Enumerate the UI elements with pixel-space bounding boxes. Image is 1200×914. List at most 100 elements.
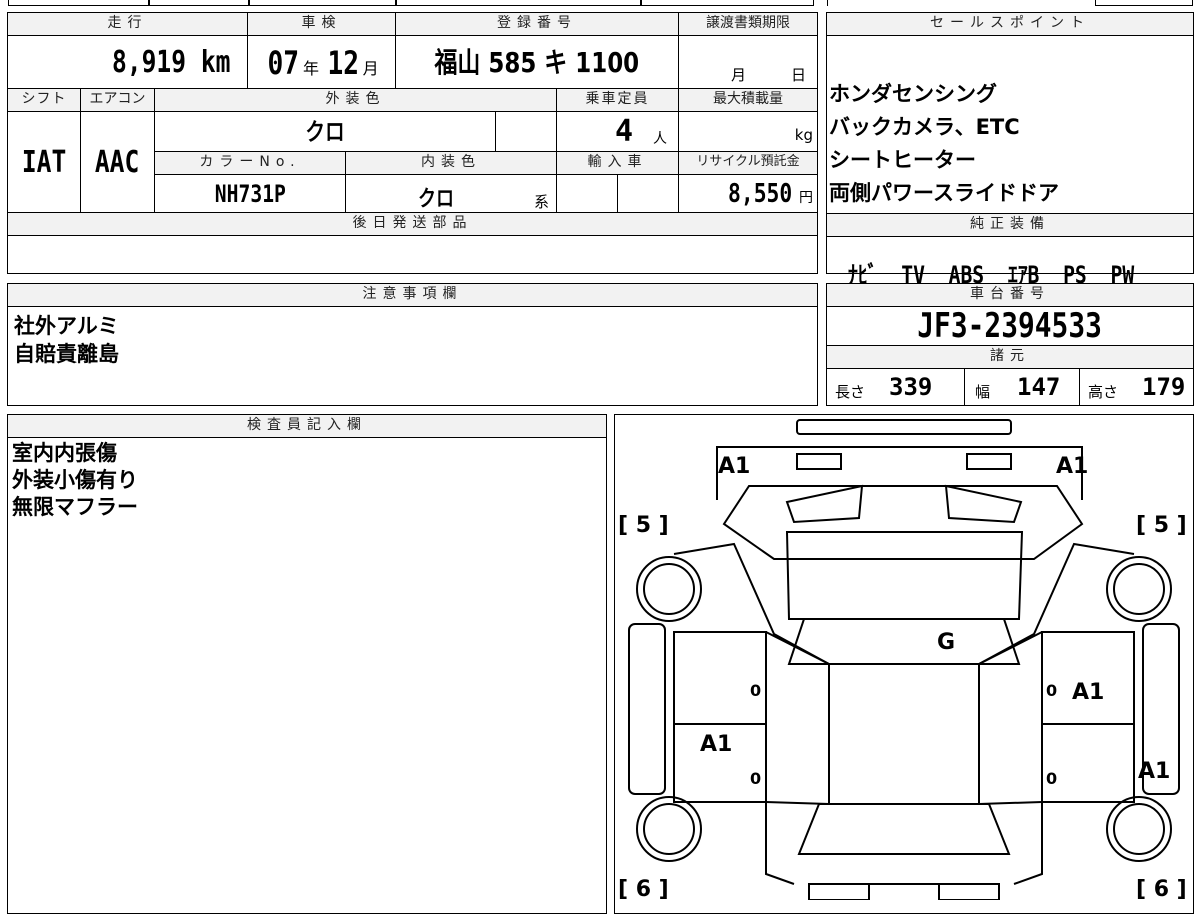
left-front-wheel-shape: [636, 556, 702, 622]
windshield-shape: [785, 531, 1024, 620]
aircon-cell: AAC: [80, 111, 155, 213]
label-bracket-6-left: [ 6 ]: [618, 877, 669, 900]
inspection-month: 12: [327, 44, 360, 82]
registration-header: 登録番号: [395, 12, 679, 36]
label-bracket-5-left: [ 5 ]: [618, 513, 669, 538]
specs-header: 諸元: [826, 345, 1194, 369]
rear-quarter-shape: [765, 802, 1043, 885]
spec-length-cell: 長さ 339: [826, 368, 965, 406]
shift-cell: IAT: [7, 111, 81, 213]
label-zero-2: 0: [1046, 681, 1057, 700]
capacity-unit: 人: [653, 131, 667, 147]
spec-length-label: 長さ: [835, 383, 866, 401]
color-no-cell: NH731P: [154, 174, 346, 213]
spec-width-cell: 幅 147: [964, 368, 1080, 406]
color-no-header: カラーNo.: [154, 151, 346, 175]
rear-glass-shape: [797, 803, 1011, 855]
car-diagram: A1 A1 [ 5 ] [ 5 ] G A1 A1 A1 [ 6 ] [ 6 ]…: [618, 419, 1187, 900]
standard-equipment-value: ﾅﾋﾞ TV ABS ｴｱB PS PW: [848, 261, 1135, 289]
chassis-cell: JF3-2394533: [826, 306, 1194, 346]
inspection-header: 車検: [247, 12, 396, 36]
inspection-year: 07: [267, 44, 300, 82]
roof-front-shape: [787, 618, 1021, 665]
front-body-outline: [722, 485, 1084, 560]
label-zero-4: 0: [1046, 769, 1057, 788]
sales-points-list: ホンダセンシング バックカメラ、ETC シートヒーター 両側パワースライドドア: [829, 78, 1189, 210]
label-g-windshield: G: [937, 630, 955, 655]
spec-width-label: 幅: [975, 383, 991, 401]
import-header: 輸入車: [556, 151, 679, 175]
deadline-day-unit: 日: [791, 66, 807, 84]
registration-cell: 福山 585 キ 1100: [395, 35, 679, 89]
spec-length-value: 339: [889, 373, 933, 401]
capacity-header: 乗車定員: [556, 88, 679, 112]
left-tail-shape: [808, 883, 870, 900]
plate-number: 福山 585 キ 1100: [434, 46, 640, 79]
transfer-deadline-header: 譲渡書類期限: [678, 12, 818, 36]
label-bracket-6-right: [ 6 ]: [1136, 877, 1187, 900]
cabin-top-outline: [673, 542, 1135, 665]
standard-equipment-header: 純正装備: [826, 213, 1194, 237]
left-front-door-shape: [673, 631, 767, 725]
left-side-skin-shape: [628, 623, 666, 795]
exterior-color-header: 外装色: [154, 88, 557, 112]
exterior-color-cell: クロ: [154, 111, 496, 152]
label-a1-front-left: A1: [718, 454, 750, 479]
front-hood-shape: [716, 446, 1083, 500]
notes-text: 社外アルミ 自賠責離島: [14, 314, 119, 366]
capacity-value: 4: [615, 114, 634, 149]
chassis-header: 車台番号: [826, 283, 1194, 307]
right-cowl-shape: [944, 484, 1023, 524]
sales-point-3: シートヒーター: [829, 148, 976, 172]
right-rear-door-shape: [1041, 723, 1135, 803]
right-rear-wheel-shape: [1106, 796, 1172, 862]
mileage-unit: km: [200, 45, 230, 80]
left-headlight-shape: [796, 453, 842, 470]
interior-color-suffix: 系: [534, 193, 550, 211]
max-load-cell: kg: [678, 111, 818, 152]
label-a1-left-rear: A1: [700, 732, 732, 757]
sales-point-1: ホンダセンシング: [829, 82, 997, 106]
month-unit: 月: [362, 59, 379, 78]
recycle-unit: 円: [799, 190, 813, 206]
inspector-notes-text: 室内内張傷 外装小傷有り 無限マフラー: [12, 441, 138, 519]
color-no-value: NH731P: [214, 180, 286, 208]
right-front-wheel-shape: [1106, 556, 1172, 622]
label-a1-front-right: A1: [1056, 454, 1088, 479]
import-cell-b: [617, 174, 679, 213]
right-tail-shape: [938, 883, 1000, 900]
label-zero-1: 0: [750, 681, 761, 700]
later-parts-header: 後日発送部品: [7, 212, 818, 236]
left-rear-wheel-shape: [636, 796, 702, 862]
label-a1-right-door: A1: [1072, 680, 1104, 705]
chassis-number: JF3-2394533: [917, 306, 1103, 346]
front-bumper-bar-shape: [796, 419, 1012, 435]
year-unit: 年: [302, 59, 319, 78]
right-front-door-shape: [1041, 631, 1135, 725]
interior-color-header: 内装色: [345, 151, 557, 175]
recycle-cell: 8,550 円: [678, 174, 818, 213]
label-a1-right-rear: A1: [1138, 759, 1170, 784]
interior-color-value: クロ: [417, 187, 455, 212]
sales-points-header: セールスポイント: [826, 12, 1194, 36]
later-parts-cell: [7, 235, 818, 274]
interior-color-cell: クロ 系: [345, 174, 557, 213]
top-strip: [0, 0, 1200, 8]
spec-height-label: 高さ: [1088, 383, 1119, 401]
recycle-header: リサイクル預託金: [678, 151, 818, 175]
notes-header: 注意事項欄: [7, 283, 818, 307]
mileage-header: 走行: [7, 12, 248, 36]
inspection-cell: 07 年 12 月: [247, 35, 396, 89]
exterior-color-extra-cell: [495, 111, 557, 152]
spec-height-value: 179: [1142, 373, 1186, 401]
sales-point-4: 両側パワースライドドア: [829, 181, 1059, 205]
label-bracket-5-right: [ 5 ]: [1136, 513, 1187, 538]
shift-value: IAT: [21, 145, 67, 180]
deadline-month-unit: 月: [731, 66, 747, 84]
max-load-header: 最大積載量: [678, 88, 818, 112]
roof-panel-shape: [828, 664, 980, 805]
left-cowl-shape: [785, 484, 864, 524]
max-load-unit: kg: [794, 126, 813, 144]
import-cell-a: [556, 174, 618, 213]
shift-header: シフト: [7, 88, 81, 112]
